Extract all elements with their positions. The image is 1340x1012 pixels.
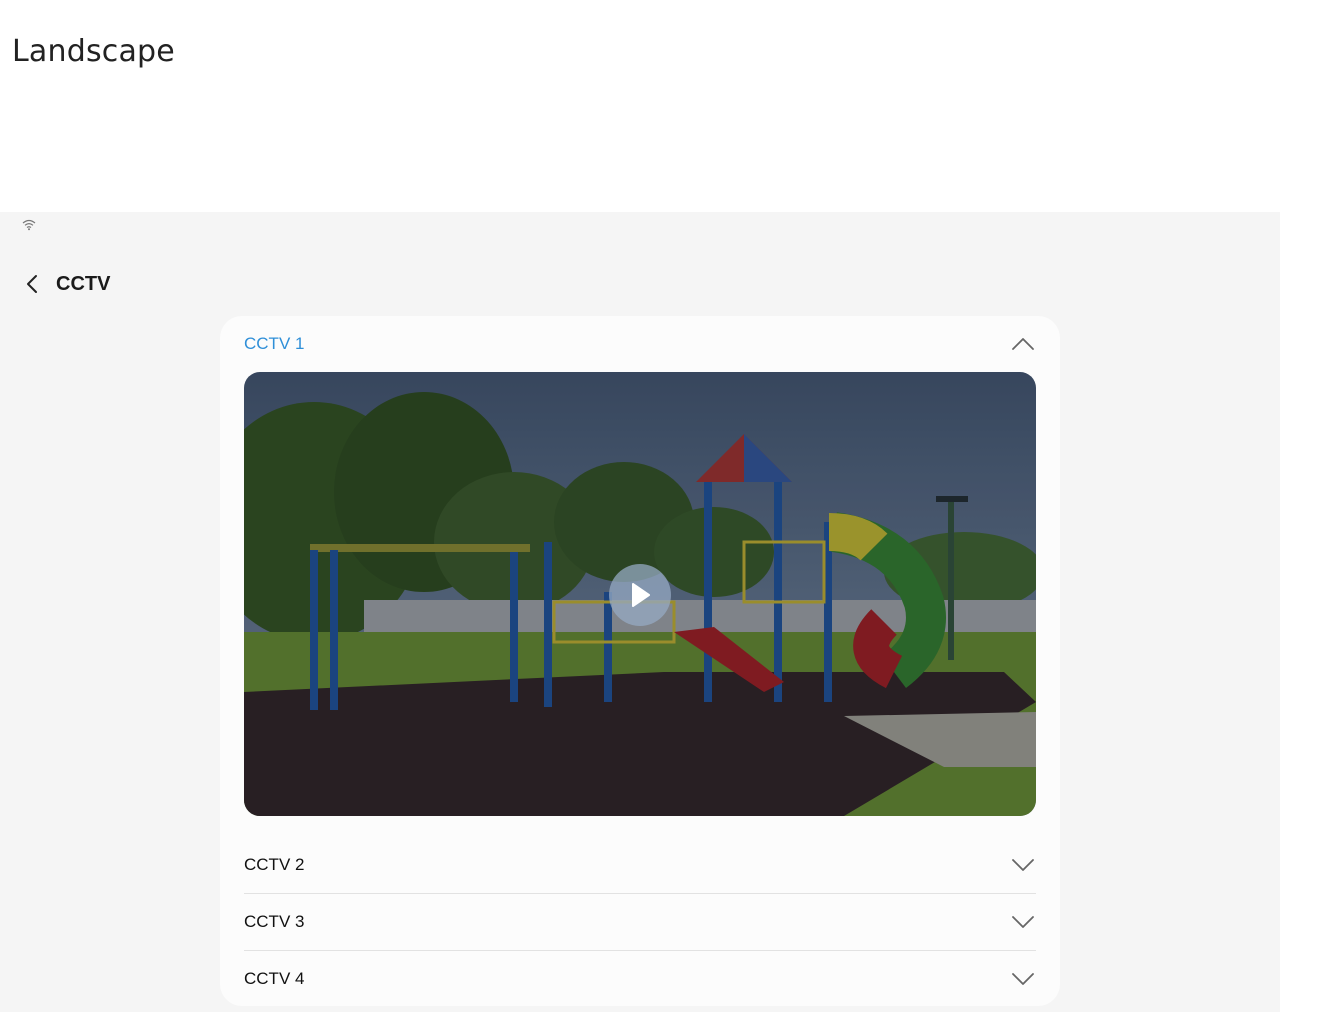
chevron-down-icon bbox=[1010, 909, 1036, 935]
chevron-left-icon bbox=[27, 275, 37, 293]
chevron-down-icon bbox=[1010, 852, 1036, 878]
chevron-down-icon bbox=[1010, 966, 1036, 992]
play-button[interactable] bbox=[609, 564, 671, 626]
cctv-accordion-card: CCTV 1 CCTV 2 CCTV 3 CCTV 4 bbox=[220, 316, 1060, 1006]
cctv-1-header[interactable]: CCTV 1 bbox=[244, 316, 1036, 372]
play-icon bbox=[632, 583, 650, 607]
status-bar bbox=[22, 218, 36, 231]
device-screen: CCTV CCTV 1 CCTV 2 CCTV 3 CCTV 4 bbox=[0, 212, 1280, 1012]
app-header: CCTV bbox=[18, 270, 110, 298]
cctv-3-label: CCTV 3 bbox=[244, 912, 305, 931]
cctv-4-label: CCTV 4 bbox=[244, 969, 305, 988]
cctv-3-header[interactable]: CCTV 3 bbox=[244, 894, 1036, 950]
cctv-1-video-feed[interactable] bbox=[244, 372, 1036, 816]
wifi-icon bbox=[22, 219, 36, 231]
cctv-1-label: CCTV 1 bbox=[244, 334, 305, 353]
page-title: CCTV bbox=[56, 272, 111, 295]
document-title: Landscape bbox=[12, 34, 175, 69]
cctv-2-label: CCTV 2 bbox=[244, 855, 305, 874]
cctv-4-header[interactable]: CCTV 4 bbox=[244, 951, 1036, 1007]
back-button[interactable] bbox=[18, 270, 46, 298]
chevron-up-icon bbox=[1010, 331, 1036, 357]
cctv-2-header[interactable]: CCTV 2 bbox=[244, 837, 1036, 893]
